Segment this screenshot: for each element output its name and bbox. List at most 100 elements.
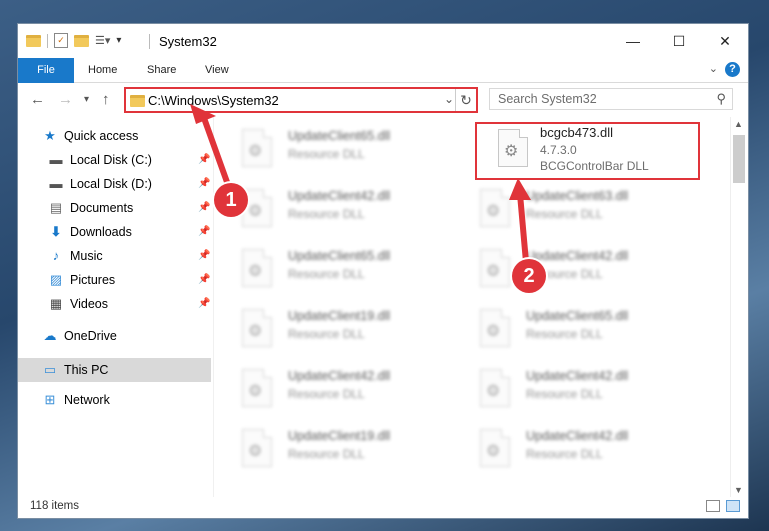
- view-switcher: [706, 500, 740, 512]
- expand-ribbon-icon[interactable]: ⌄: [709, 62, 718, 75]
- list-item[interactable]: ⚙ UpdateClient19.dll Resource DLL: [218, 303, 438, 357]
- sidebar-item-network[interactable]: ⊞ Network: [42, 389, 110, 411]
- sidebar-item-label: Pictures: [70, 273, 116, 287]
- cloud-icon: ☁: [43, 328, 57, 343]
- list-item[interactable]: ⚙ UpdateClient42.dll Resource DLL: [218, 183, 438, 237]
- file-name: UpdateClient42.dll: [526, 429, 629, 443]
- view-options-icon[interactable]: ☰▾: [95, 34, 110, 47]
- drive-icon: ▬: [49, 176, 63, 191]
- gear-icon: ⚙: [486, 203, 501, 220]
- sidebar-item-label: Documents: [70, 201, 134, 215]
- new-folder-icon[interactable]: [74, 34, 89, 47]
- file-description: Resource DLL: [288, 267, 365, 281]
- search-input[interactable]: Search System32 ⚲: [489, 88, 733, 110]
- list-item[interactable]: ⚙ UpdateClient65.dll Resource DLL: [218, 243, 438, 297]
- sidebar-item-quick-access[interactable]: ★ Quick access: [42, 125, 138, 147]
- pin-icon[interactable]: 📌: [198, 274, 210, 285]
- sidebar-item-pictures[interactable]: ▨ Pictures: [48, 269, 115, 291]
- list-item[interactable]: ⚙ UpdateClient42.dll Resource DLL: [218, 363, 438, 417]
- details-view-icon[interactable]: [706, 500, 720, 512]
- list-item[interactable]: ⚙ UpdateClient19.dll Resource DLL: [218, 423, 438, 477]
- sidebar-item-label: OneDrive: [64, 329, 117, 343]
- sidebar-item-documents[interactable]: ▤ Documents: [48, 197, 133, 219]
- pictures-icon: ▨: [49, 272, 63, 287]
- pin-icon[interactable]: 📌: [198, 178, 210, 189]
- gear-icon: ⚙: [248, 203, 263, 220]
- list-item[interactable]: ⚙ UpdateClient63.dll Resource DLL: [456, 183, 676, 237]
- file-description: Resource DLL: [526, 447, 603, 461]
- sidebar-item-onedrive[interactable]: ☁ OneDrive: [42, 325, 117, 347]
- customize-toolbar-icon[interactable]: ▾: [116, 35, 121, 46]
- file-description: Resource DLL: [526, 207, 603, 221]
- scroll-down-icon[interactable]: ▼: [734, 485, 743, 495]
- list-item[interactable]: ⚙ UpdateClient42.dll Resource DLL: [456, 363, 676, 417]
- search-icon[interactable]: ⚲: [716, 91, 726, 107]
- sidebar-item-music[interactable]: ♪ Music: [48, 245, 103, 267]
- scroll-up-icon[interactable]: ▲: [734, 119, 743, 129]
- refresh-icon[interactable]: ↻: [455, 89, 476, 111]
- scrollbar-thumb[interactable]: [733, 135, 745, 183]
- gear-icon: ⚙: [486, 443, 501, 460]
- help-icon[interactable]: ?: [725, 62, 740, 77]
- file-description: Resource DLL: [526, 327, 603, 341]
- list-item[interactable]: ⚙ UpdateClient65.dll Resource DLL: [456, 303, 676, 357]
- file-name: UpdateClient42.dll: [526, 249, 629, 263]
- address-path[interactable]: C:\Windows\System32: [148, 93, 279, 108]
- recent-locations-icon[interactable]: ▾: [84, 94, 89, 105]
- sidebar-item-label: Local Disk (D:): [70, 177, 152, 191]
- folder-icon[interactable]: [26, 34, 41, 47]
- list-item[interactable]: ⚙ UpdateClient65.dll Resource DLL: [218, 123, 438, 177]
- list-item[interactable]: ⚙ UpdateClient42.dll Resource DLL: [456, 423, 676, 477]
- address-bar[interactable]: C:\Windows\System32 ⌄ ↻: [124, 87, 478, 113]
- file-description: Resource DLL: [288, 147, 365, 161]
- file-name: UpdateClient65.dll: [288, 249, 391, 263]
- folder-icon: [130, 95, 145, 107]
- maximize-button[interactable]: ☐: [656, 24, 702, 58]
- search-placeholder: Search System32: [498, 92, 597, 106]
- computer-icon: ▭: [43, 362, 57, 377]
- explorer-window: ✓ ☰▾ ▾ System32 — ☐ ✕ File Home Share Vi…: [18, 24, 748, 518]
- file-name: UpdateClient42.dll: [288, 369, 391, 383]
- tab-view[interactable]: View: [205, 58, 229, 82]
- file-name: UpdateClient19.dll: [288, 309, 391, 323]
- file-name: UpdateClient63.dll: [526, 189, 629, 203]
- sidebar-item-local-disk-c[interactable]: ▬ Local Disk (C:): [48, 149, 152, 171]
- sidebar-item-label: Videos: [70, 297, 108, 311]
- address-dropdown-icon[interactable]: ⌄: [444, 92, 454, 106]
- gear-icon: ⚙: [486, 263, 501, 280]
- tab-share[interactable]: Share: [147, 58, 176, 82]
- gear-icon: ⚙: [248, 143, 263, 160]
- back-icon[interactable]: ←: [30, 91, 45, 108]
- vertical-scrollbar[interactable]: ▲ ▼: [730, 117, 747, 497]
- large-icons-view-icon[interactable]: [726, 500, 740, 512]
- pin-icon[interactable]: 📌: [198, 298, 210, 309]
- file-description: Resource DLL: [288, 207, 365, 221]
- minimize-button[interactable]: —: [610, 24, 656, 58]
- documents-icon: ▤: [49, 200, 63, 215]
- pin-icon[interactable]: 📌: [198, 250, 210, 261]
- pin-icon[interactable]: 📌: [198, 226, 210, 237]
- forward-icon[interactable]: →: [58, 91, 73, 108]
- list-item[interactable]: ⚙ UpdateClient42.dll Resource DLL: [456, 243, 676, 297]
- properties-icon[interactable]: ✓: [54, 33, 68, 48]
- sidebar-item-local-disk-d[interactable]: ▬ Local Disk (D:): [48, 173, 152, 195]
- toolbar-separator: [47, 33, 48, 48]
- title-separator: [149, 34, 150, 49]
- title-bar: ✓ ☰▾ ▾ System32 — ☐ ✕: [18, 24, 748, 58]
- up-icon[interactable]: ↑: [102, 91, 110, 108]
- close-button[interactable]: ✕: [702, 24, 748, 58]
- sidebar-item-label: Local Disk (C:): [70, 153, 152, 167]
- sidebar-item-label: Music: [70, 249, 103, 263]
- pin-icon[interactable]: 📌: [198, 154, 210, 165]
- sidebar-item-videos[interactable]: ▦ Videos: [48, 293, 108, 315]
- gear-icon: ⚙: [486, 323, 501, 340]
- sidebar-item-this-pc[interactable]: ▭ This PC: [42, 359, 109, 381]
- tab-home[interactable]: Home: [88, 58, 117, 82]
- network-icon: ⊞: [44, 392, 56, 407]
- gear-icon: ⚙: [248, 263, 263, 280]
- window-controls: — ☐ ✕: [610, 24, 748, 58]
- sidebar-item-label: This PC: [64, 363, 109, 377]
- pin-icon[interactable]: 📌: [198, 202, 210, 213]
- sidebar-item-downloads[interactable]: ⬇ Downloads: [48, 221, 132, 243]
- download-icon: ⬇: [50, 224, 62, 239]
